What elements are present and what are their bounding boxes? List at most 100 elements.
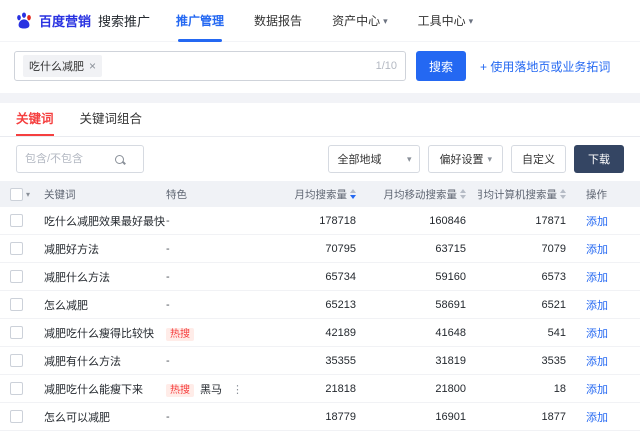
monthly-search-cell: 21818 — [268, 383, 368, 395]
monthly-search-cell: 65213 — [268, 299, 368, 311]
select-dropdown-caret-icon[interactable]: ▾ — [26, 190, 30, 199]
add-keyword-link[interactable]: 添加 — [586, 412, 608, 424]
search-button[interactable]: 搜索 — [416, 51, 466, 81]
table-row[interactable]: 吃什么减肥效果最好最快 - 178718 160846 17871 添加 — [0, 207, 640, 235]
row-checkbox[interactable] — [10, 354, 23, 367]
mobile-search-cell: 41648 — [368, 327, 478, 339]
tab-keyword-combinations[interactable]: 关键词组合 — [80, 108, 143, 136]
sort-icon[interactable] — [560, 189, 566, 199]
row-checkbox[interactable] — [10, 298, 23, 311]
table-header: ▾ 关键词 特色 月均搜索量 月均移动搜索量 月均计算机搜索量 操作 — [0, 181, 640, 207]
brand[interactable]: 百度营销 搜索推广 — [14, 11, 150, 31]
nav-item-asset-center[interactable]: 资产中心 ▾ — [332, 0, 388, 42]
row-checkbox[interactable] — [10, 270, 23, 283]
action-cell: 添加 — [578, 213, 640, 229]
keyword-counter: 1/10 — [376, 60, 397, 72]
column-monthly-search[interactable]: 月均搜索量 — [268, 187, 368, 202]
monthly-search-cell: 65734 — [268, 271, 368, 283]
keyword-cell: 减肥什么方法 — [36, 269, 158, 285]
chevron-down-icon: ▾ — [487, 154, 492, 165]
feature-cell: 热搜黑马⋮ — [158, 381, 268, 397]
add-keyword-link[interactable]: 添加 — [586, 384, 608, 396]
sort-icon[interactable] — [460, 189, 466, 199]
action-cell: 添加 — [578, 353, 640, 369]
add-keyword-link[interactable]: 添加 — [586, 300, 608, 312]
row-checkbox-cell — [0, 382, 36, 395]
contain-filter-box[interactable] — [16, 145, 144, 173]
chevron-down-icon: ▾ — [407, 154, 412, 165]
sort-desc-active-icon[interactable] — [350, 189, 356, 199]
column-pc-search[interactable]: 月均计算机搜索量 — [478, 187, 578, 202]
add-keyword-link[interactable]: 添加 — [586, 216, 608, 228]
column-mobile-search[interactable]: 月均移动搜索量 — [368, 187, 478, 202]
row-checkbox[interactable] — [10, 326, 23, 339]
preference-settings-button[interactable]: 偏好设置 ▾ — [428, 145, 503, 173]
table-row[interactable]: 减肥好方法 - 70795 63715 7079 添加 — [0, 235, 640, 263]
feature-dash: - — [166, 355, 170, 367]
more-icon[interactable]: ⋮ — [232, 384, 243, 396]
nav-item-label: 工具中心 — [418, 0, 466, 42]
row-checkbox[interactable] — [10, 410, 23, 423]
select-all-checkbox[interactable] — [10, 188, 23, 201]
row-checkbox[interactable] — [10, 382, 23, 395]
table-row[interactable]: 怎么可以减肥 - 18779 16901 1877 添加 — [0, 403, 640, 431]
table-toolbar: 全部地域 ▾ 偏好设置 ▾ 自定义 下载 — [0, 137, 640, 181]
tab-keywords[interactable]: 关键词 — [16, 108, 54, 136]
table-row[interactable]: 减肥吃什么瘦得比较快 热搜 42189 41648 541 添加 — [0, 319, 640, 347]
row-checkbox[interactable] — [10, 214, 23, 227]
add-keyword-link[interactable]: 添加 — [586, 272, 608, 284]
keyword-tag-label: 吃什么减肥 — [29, 58, 84, 74]
product-name: 搜索推广 — [98, 11, 150, 30]
download-button[interactable]: 下载 — [574, 145, 624, 173]
region-select-value: 全部地域 — [337, 151, 381, 167]
add-keyword-link[interactable]: 添加 — [586, 356, 608, 368]
add-keyword-link[interactable]: 添加 — [586, 244, 608, 256]
hot-badge: 热搜 — [166, 328, 194, 341]
row-checkbox-cell — [0, 354, 36, 367]
keyword-tag[interactable]: 吃什么减肥 × — [23, 55, 102, 77]
keyword-search-input[interactable]: 吃什么减肥 × 1/10 — [14, 51, 406, 81]
pc-search-cell: 541 — [478, 327, 578, 339]
pc-search-cell: 17871 — [478, 215, 578, 227]
nav-item-label: 数据报告 — [254, 0, 302, 42]
hot-badge: 热搜 — [166, 384, 194, 397]
nav-item-data-reports[interactable]: 数据报告 — [254, 0, 302, 42]
monthly-search-cell: 18779 — [268, 411, 368, 423]
table-row[interactable]: 减肥有什么方法 - 35355 31819 3535 添加 — [0, 347, 640, 375]
row-checkbox-cell — [0, 326, 36, 339]
tag-close-icon[interactable]: × — [89, 60, 96, 72]
contain-filter-input[interactable] — [25, 153, 111, 165]
feature-cell: - — [158, 299, 268, 311]
expand-words-link[interactable]: + 使用落地页或业务拓词 — [480, 58, 610, 75]
feature-dash: - — [166, 411, 170, 423]
column-keyword: 关键词 — [36, 187, 158, 202]
table-row[interactable]: 怎么减肥 - 65213 58691 6521 添加 — [0, 291, 640, 319]
add-keyword-link[interactable]: 添加 — [586, 328, 608, 340]
main-nav: 推广管理 数据报告 资产中心 ▾ 工具中心 ▾ — [176, 0, 473, 42]
customize-button[interactable]: 自定义 — [511, 145, 566, 173]
keyword-cell: 减肥有什么方法 — [36, 353, 158, 369]
table-row[interactable]: 减肥吃什么能瘦下来 热搜黑马⋮ 21818 21800 18 添加 — [0, 375, 640, 403]
pc-search-cell: 3535 — [478, 355, 578, 367]
mobile-search-cell: 160846 — [368, 215, 478, 227]
nav-item-label: 资产中心 — [332, 0, 380, 42]
top-navbar: 百度营销 搜索推广 推广管理 数据报告 资产中心 ▾ 工具中心 ▾ — [0, 0, 640, 42]
action-cell: 添加 — [578, 325, 640, 341]
main-card: 关键词 关键词组合 全部地域 ▾ 偏好设置 ▾ 自定义 下载 ▾ 关 — [0, 103, 640, 431]
search-icon[interactable] — [115, 155, 124, 164]
nav-item-promotion-management[interactable]: 推广管理 — [176, 0, 224, 42]
pc-search-cell: 7079 — [478, 243, 578, 255]
row-checkbox-cell — [0, 298, 36, 311]
pc-search-cell: 1877 — [478, 411, 578, 423]
mobile-search-cell: 21800 — [368, 383, 478, 395]
nav-item-tool-center[interactable]: 工具中心 ▾ — [418, 0, 474, 42]
keyword-cell: 怎么减肥 — [36, 297, 158, 313]
column-label: 月均计算机搜索量 — [478, 187, 557, 202]
tab-bar: 关键词 关键词组合 — [0, 103, 640, 137]
table-row[interactable]: 减肥什么方法 - 65734 59160 6573 添加 — [0, 263, 640, 291]
row-checkbox[interactable] — [10, 242, 23, 255]
header-checkbox-cell: ▾ — [0, 188, 36, 201]
region-select[interactable]: 全部地域 ▾ — [328, 145, 420, 173]
monthly-search-cell: 70795 — [268, 243, 368, 255]
feature-dash: - — [166, 243, 170, 255]
